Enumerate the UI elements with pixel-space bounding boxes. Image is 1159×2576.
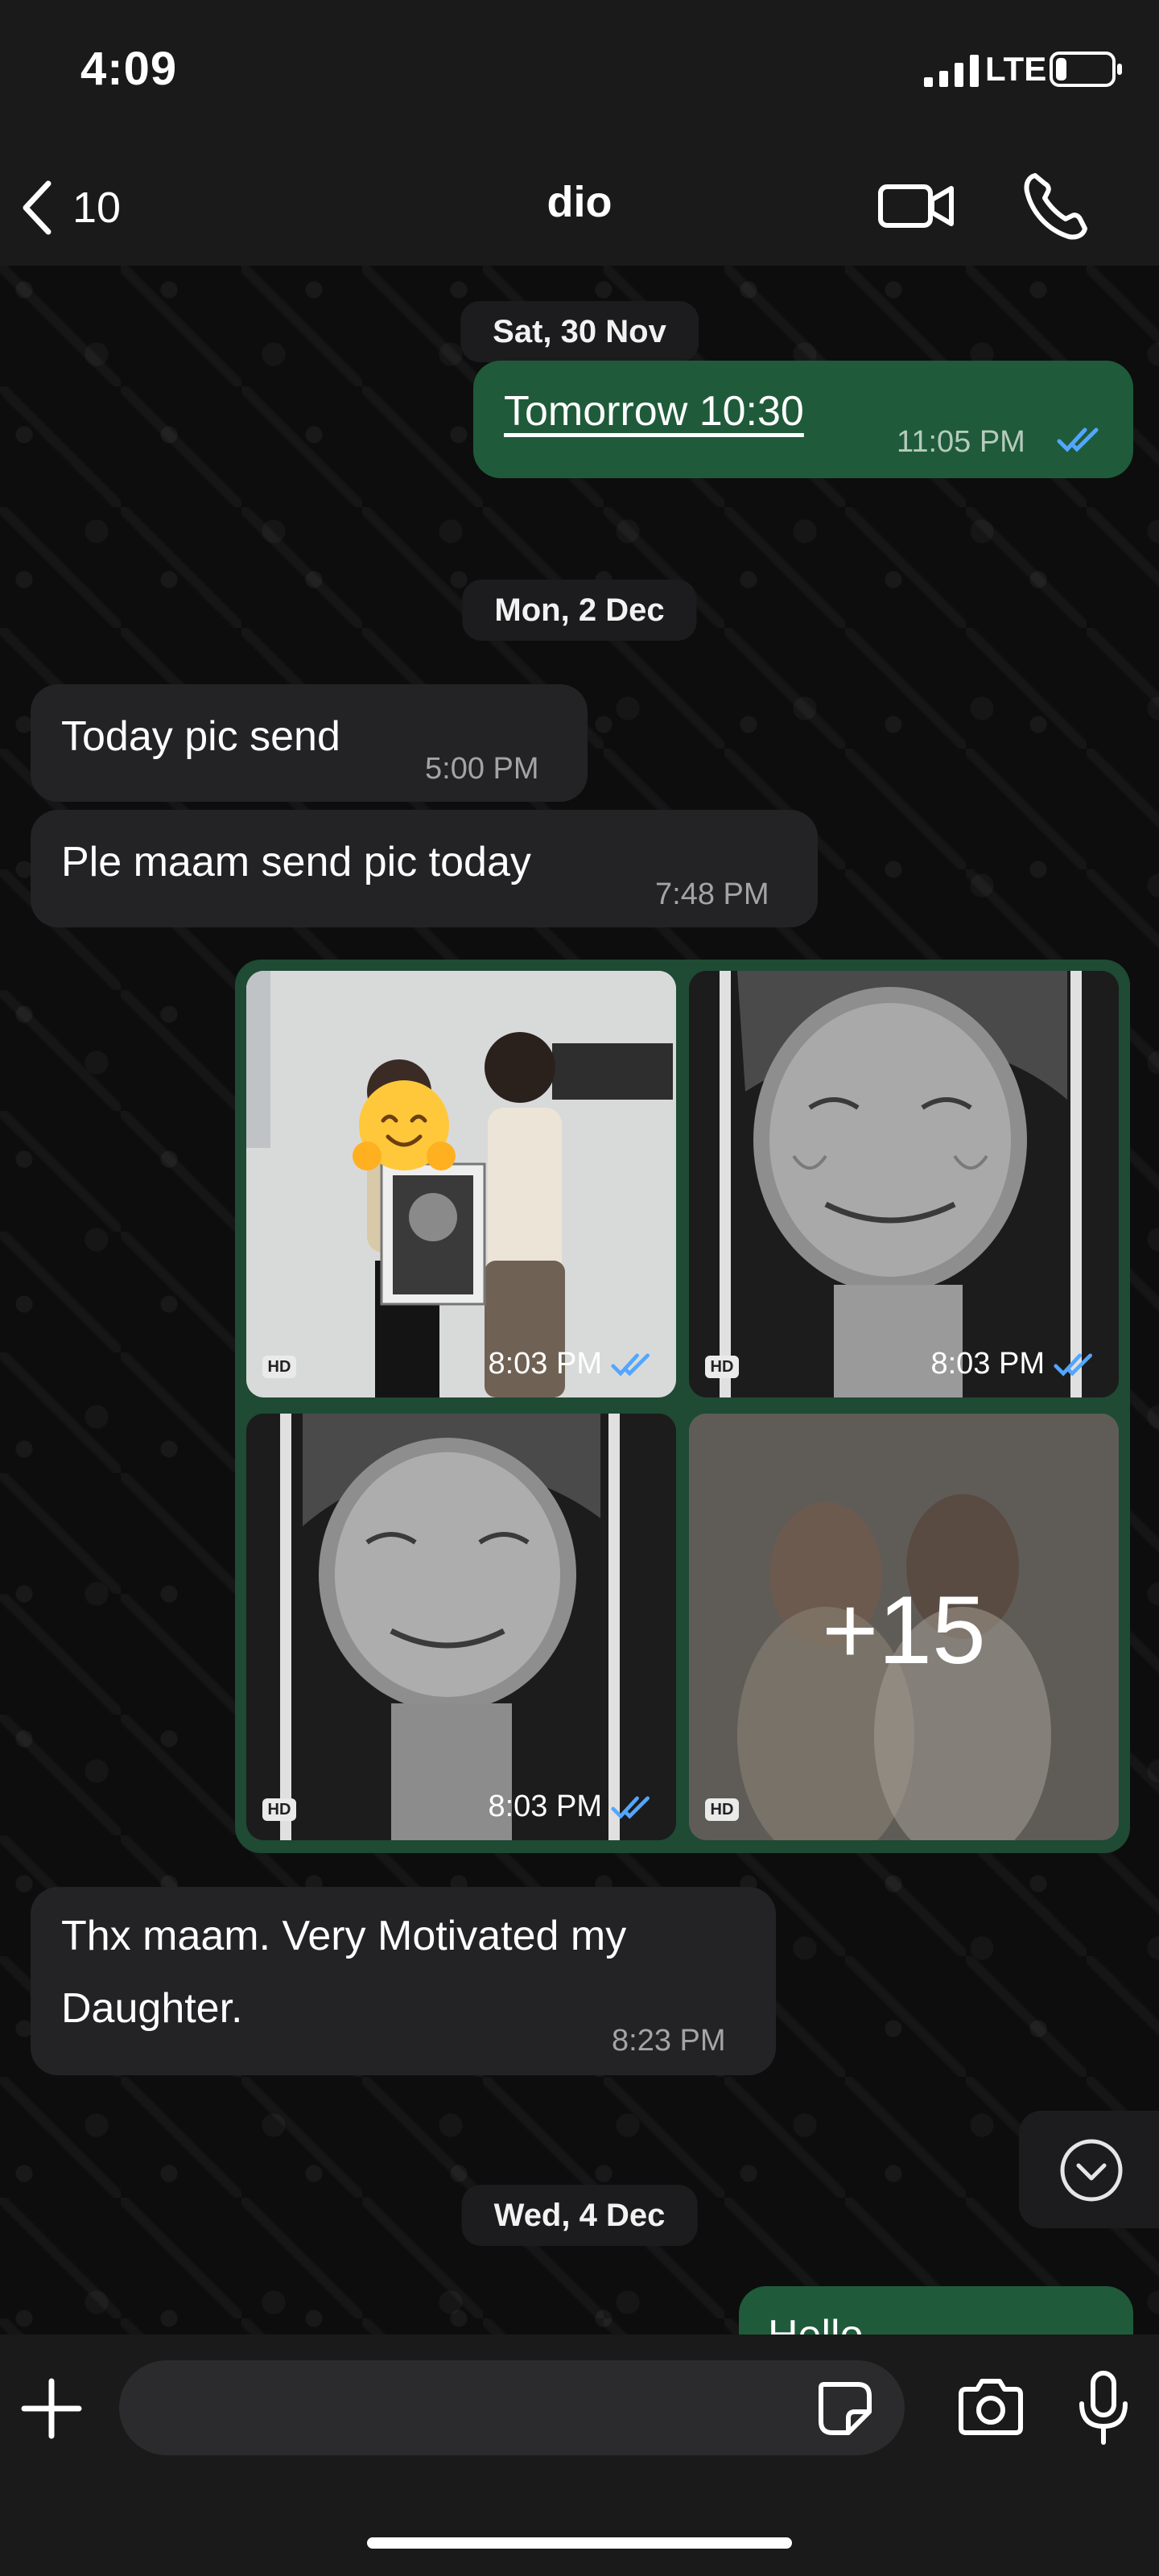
- back-button[interactable]: 10: [16, 167, 121, 248]
- message-text: Hello: [768, 2307, 864, 2334]
- photo-meta: 8:03 PM: [930, 1347, 1098, 1381]
- double-check-icon: [1054, 1352, 1092, 1377]
- chat-area[interactable]: Sat, 30 Nov Tomorrow 10:30 11:05 PM Mon,…: [0, 266, 1159, 2334]
- message-text: Ple maam send pic today: [61, 839, 531, 886]
- message-input[interactable]: [119, 2360, 905, 2455]
- camera-icon[interactable]: [955, 2375, 1027, 2439]
- date-separator: Wed, 4 Dec: [461, 2185, 698, 2246]
- photo-image: [246, 1414, 676, 1840]
- scroll-to-bottom-button[interactable]: [1019, 2111, 1159, 2228]
- hd-badge: HD: [705, 1356, 739, 1378]
- plus-icon[interactable]: [19, 2376, 84, 2441]
- sticker-icon[interactable]: [813, 2376, 877, 2441]
- chevron-down-circle-icon: [1060, 2139, 1123, 2202]
- date-separator: Sat, 30 Nov: [460, 301, 699, 362]
- message-time: 8:03 PM: [488, 1347, 602, 1381]
- signal-icon: [924, 55, 979, 87]
- outgoing-message[interactable]: Hello: [739, 2286, 1133, 2334]
- photo-more-thumbnail[interactable]: +15 HD: [689, 1414, 1119, 1840]
- message-text[interactable]: Tomorrow 10:30: [504, 383, 804, 440]
- message-text-line: Daughter.: [61, 1985, 243, 2032]
- chevron-left-icon: [23, 180, 52, 235]
- unread-count: 10: [72, 184, 122, 232]
- more-photos-count: +15: [822, 1576, 986, 1684]
- photo-thumbnail[interactable]: HD 8:03 PM: [246, 1414, 676, 1840]
- microphone-icon[interactable]: [1075, 2370, 1132, 2447]
- message-composer: [0, 2334, 1159, 2576]
- incoming-message[interactable]: Thx maam. Very Motivated my Daughter. 8:…: [31, 1887, 776, 2075]
- message-time: 11:05 PM: [897, 425, 1025, 459]
- photo-meta: 8:03 PM: [488, 1347, 655, 1381]
- photo-image: [689, 971, 1119, 1397]
- hd-badge: HD: [262, 1356, 296, 1378]
- battery-icon: [1050, 52, 1122, 87]
- incoming-message[interactable]: Ple maam send pic today 7:48 PM: [31, 810, 818, 927]
- photo-album-message[interactable]: HD 8:03 PM HD 8:03 PM HD 8:03 PM +15 HD: [235, 960, 1130, 1853]
- photo-image: [246, 971, 676, 1397]
- photo-thumbnail[interactable]: HD 8:03 PM: [689, 971, 1119, 1397]
- message-time: 8:23 PM: [612, 2024, 726, 2058]
- double-check-icon: [611, 1352, 650, 1377]
- outgoing-message[interactable]: Tomorrow 10:30 11:05 PM: [473, 361, 1133, 478]
- incoming-message[interactable]: Today pic send 5:00 PM: [31, 684, 588, 802]
- message-time: 8:03 PM: [930, 1347, 1045, 1381]
- photo-meta: 8:03 PM: [488, 1790, 655, 1824]
- chat-header: 10 dio: [0, 153, 1159, 266]
- photo-thumbnail[interactable]: HD 8:03 PM: [246, 971, 676, 1397]
- message-text: Today pic send: [61, 713, 340, 760]
- message-time: 7:48 PM: [655, 877, 769, 911]
- home-indicator: [367, 2537, 792, 2549]
- date-separator: Mon, 2 Dec: [462, 580, 697, 641]
- message-text-line: Thx maam. Very Motivated my: [61, 1913, 627, 1959]
- phone-icon[interactable]: [1019, 166, 1091, 246]
- double-check-icon: [1057, 427, 1099, 452]
- status-bar: 4:09 LTE: [0, 0, 1159, 153]
- network-label: LTE: [985, 50, 1047, 88]
- hd-badge: HD: [705, 1798, 739, 1821]
- double-check-icon: [611, 1795, 650, 1819]
- message-time: 8:03 PM: [488, 1790, 602, 1823]
- video-call-icon[interactable]: [876, 169, 956, 242]
- contact-name[interactable]: dio: [0, 177, 1159, 227]
- status-time: 4:09: [80, 43, 178, 95]
- hd-badge: HD: [262, 1798, 296, 1821]
- message-time: 5:00 PM: [425, 752, 539, 786]
